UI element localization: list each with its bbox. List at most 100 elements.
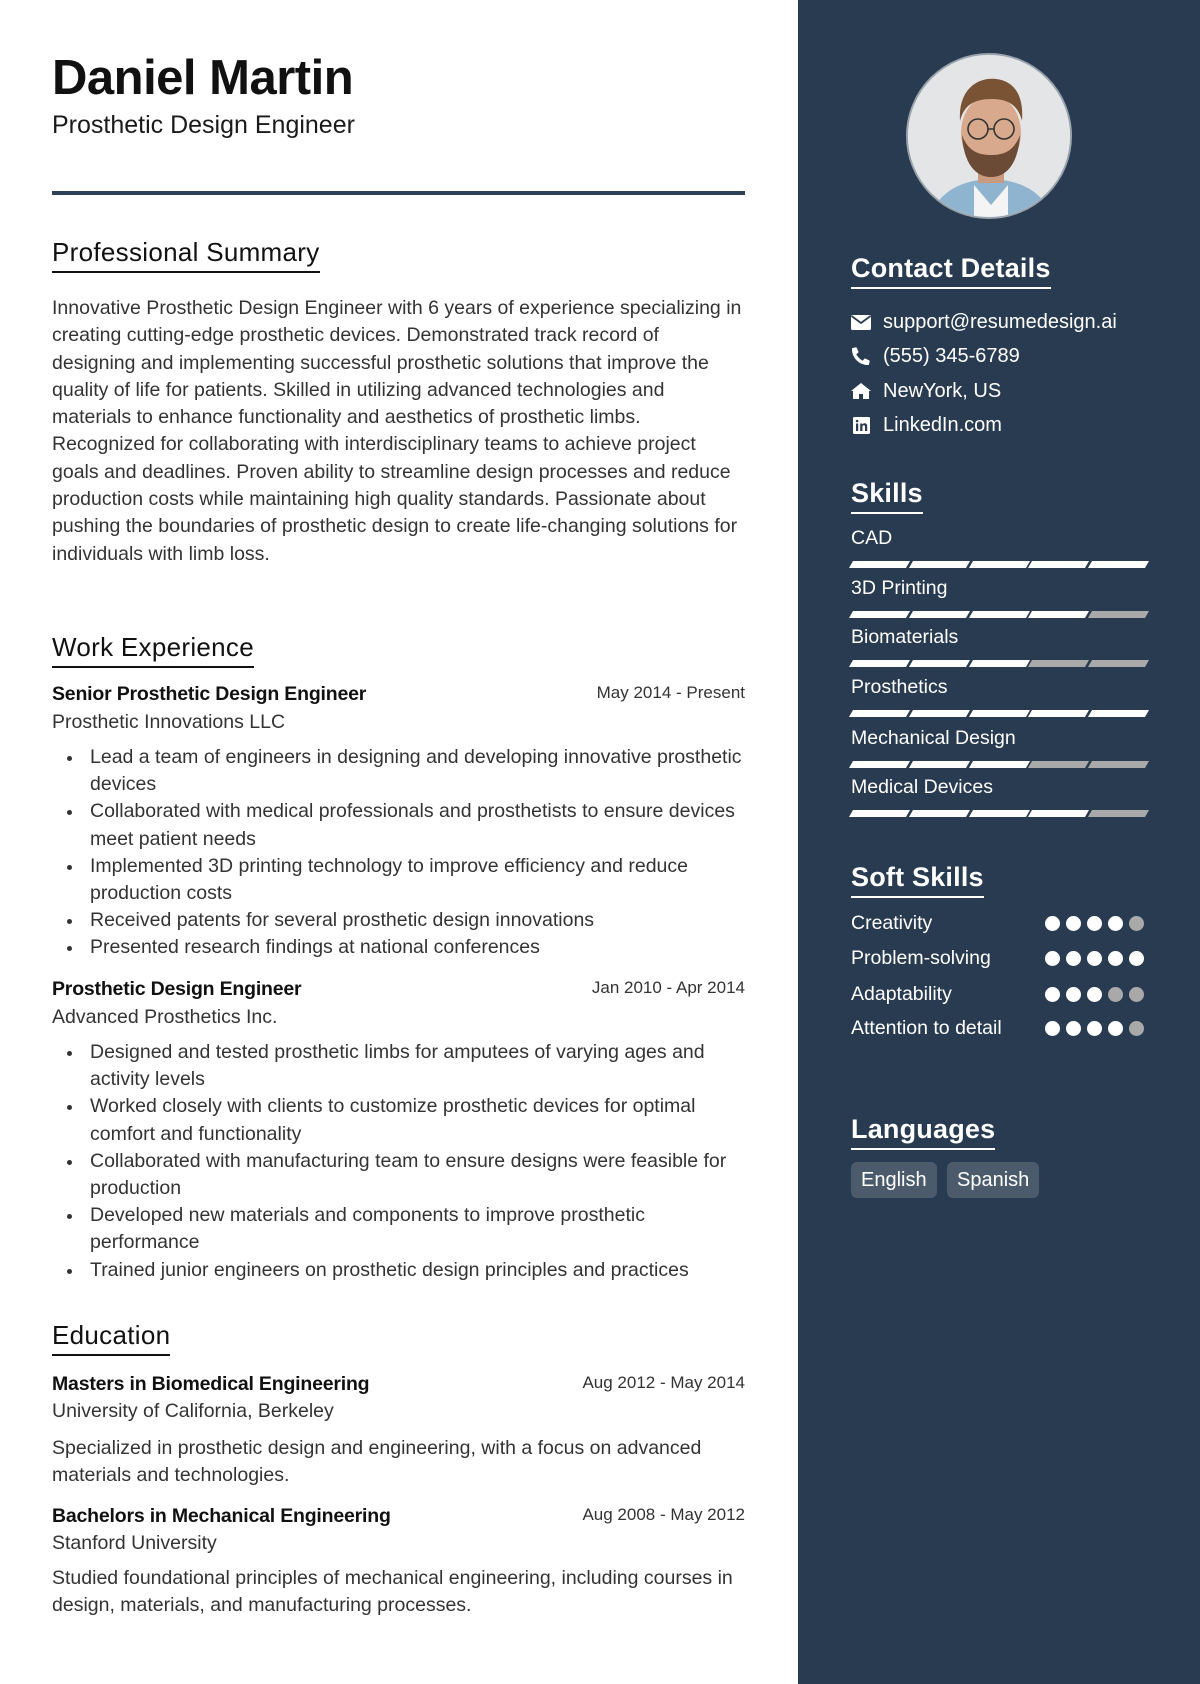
skill-level-bar	[848, 611, 1150, 618]
skill-segment-filled	[908, 611, 970, 618]
rating-dot-empty	[1129, 1021, 1144, 1036]
degree: Bachelors in Mechanical Engineering	[52, 1505, 391, 1527]
header-divider	[52, 191, 745, 195]
skill-name: CAD	[851, 527, 893, 549]
profile-photo	[906, 53, 1072, 219]
job-bullet: Worked closely with clients to customize…	[52, 1093, 745, 1147]
skill-segment-empty	[1088, 810, 1150, 817]
contact-linkedin[interactable]: LinkedIn.com	[851, 412, 1002, 438]
rating-dot-filled	[1066, 987, 1081, 1002]
job-role: Senior Prosthetic Design Engineer	[52, 683, 367, 705]
skill-segment-filled	[968, 710, 1030, 717]
job-dates: May 2014 - Present	[596, 683, 745, 702]
skill-name: 3D Printing	[851, 577, 948, 599]
rating-dot-filled	[1087, 1021, 1102, 1036]
skill-segment-empty	[1088, 761, 1150, 768]
job-header: Senior Prosthetic Design Engineer May 20…	[52, 683, 745, 707]
skill-segment-filled	[908, 710, 970, 717]
soft-skill-rating	[1045, 951, 1144, 966]
language-chip: English	[851, 1162, 937, 1198]
skills-heading: Skills	[851, 478, 923, 515]
skill-name: Biomaterials	[851, 626, 959, 648]
skill-level-bar	[848, 710, 1150, 717]
summary-heading: Professional Summary	[52, 237, 320, 273]
job-bullet: Collaborated with manufacturing team to …	[52, 1148, 745, 1202]
job-company: Advanced Prosthetics Inc.	[52, 1006, 278, 1028]
rating-dot-empty	[1129, 987, 1144, 1002]
rating-dot-empty	[1108, 987, 1123, 1002]
job-bullets: Lead a team of engineers in designing an…	[52, 744, 745, 962]
soft-skill-name: Problem-solving	[851, 947, 991, 969]
rating-dot-filled	[1045, 987, 1060, 1002]
skill-segment-filled	[848, 761, 910, 768]
skill-name: Medical Devices	[851, 776, 993, 798]
main-column: Daniel Martin Prosthetic Design Engineer…	[0, 0, 798, 1684]
skill-level-bar	[848, 561, 1150, 568]
education-heading: Education	[52, 1320, 171, 1356]
soft-skill-name: Attention to detail	[851, 1017, 1002, 1039]
education-description: Specialized in prosthetic design and eng…	[52, 1437, 702, 1487]
contact-linkedin-text: LinkedIn.com	[883, 413, 1002, 436]
skill-segment-filled	[968, 611, 1030, 618]
job-bullets: Designed and tested prosthetic limbs for…	[52, 1039, 745, 1284]
contact-location-text: NewYork, US	[883, 379, 1002, 402]
skill-level-bar	[848, 660, 1150, 667]
contact-phone[interactable]: (555) 345-6789	[851, 343, 1020, 369]
job-bullet: Received patents for several prosthetic …	[52, 907, 745, 934]
school: University of California, Berkeley	[52, 1400, 334, 1422]
skill-segment-filled	[1028, 810, 1090, 817]
job-header: Prosthetic Design Engineer Jan 2010 - Ap…	[52, 978, 745, 1002]
contact-email[interactable]: support@resumedesign.ai	[851, 309, 1117, 335]
contact-heading: Contact Details	[851, 253, 1051, 290]
degree: Masters in Biomedical Engineering	[52, 1373, 370, 1395]
rating-dot-filled	[1087, 916, 1102, 931]
contact-phone-text: (555) 345-6789	[883, 344, 1020, 367]
skill-segment-filled	[848, 561, 910, 568]
skill-segment-empty	[1088, 611, 1150, 618]
rating-dot-filled	[1066, 951, 1081, 966]
skill-segment-filled	[908, 561, 970, 568]
job-bullet: Collaborated with medical professionals …	[52, 798, 745, 852]
skill-segment-filled	[1028, 611, 1090, 618]
candidate-name: Daniel Martin	[52, 51, 354, 105]
linkedin-icon	[851, 415, 871, 435]
skill-segment-filled	[968, 761, 1030, 768]
education-header: Masters in Biomedical Engineering Aug 20…	[52, 1373, 745, 1397]
skill-segment-filled	[908, 761, 970, 768]
rating-dot-filled	[1108, 916, 1123, 931]
job-dates: Jan 2010 - Apr 2014	[591, 978, 745, 997]
skill-segment-empty	[1028, 660, 1090, 667]
soft-skills-heading: Soft Skills	[851, 862, 984, 899]
job-company: Prosthetic Innovations LLC	[52, 711, 286, 733]
education-dates: Aug 2012 - May 2014	[582, 1373, 745, 1392]
skill-segment-filled	[968, 810, 1030, 817]
skill-name: Prosthetics	[851, 676, 948, 698]
skill-segment-filled	[1088, 710, 1150, 717]
rating-dot-filled	[1066, 1021, 1081, 1036]
rating-dot-filled	[1087, 951, 1102, 966]
skill-segment-filled	[908, 810, 970, 817]
skill-segment-filled	[908, 660, 970, 667]
skill-segment-filled	[968, 660, 1030, 667]
soft-skill-rating	[1045, 1021, 1144, 1036]
skill-segment-filled	[848, 611, 910, 618]
skill-level-bar	[848, 810, 1150, 817]
job-bullet: Presented research findings at national …	[52, 934, 745, 961]
rating-dot-filled	[1129, 951, 1144, 966]
skill-segment-filled	[848, 810, 910, 817]
rating-dot-filled	[1045, 951, 1060, 966]
school: Stanford University	[52, 1532, 217, 1554]
contact-location: NewYork, US	[851, 378, 1001, 404]
skill-segment-filled	[1028, 561, 1090, 568]
job-bullet: Lead a team of engineers in designing an…	[52, 744, 745, 798]
soft-skill-rating	[1045, 916, 1144, 931]
skill-segment-filled	[848, 660, 910, 667]
education-dates: Aug 2008 - May 2012	[582, 1505, 745, 1524]
person-portrait-icon	[908, 55, 1070, 217]
envelope-icon	[851, 312, 871, 332]
skill-segment-filled	[1028, 710, 1090, 717]
rating-dot-filled	[1087, 987, 1102, 1002]
skill-level-bar	[848, 761, 1150, 768]
skill-segment-filled	[848, 710, 910, 717]
rating-dot-empty	[1129, 916, 1144, 931]
